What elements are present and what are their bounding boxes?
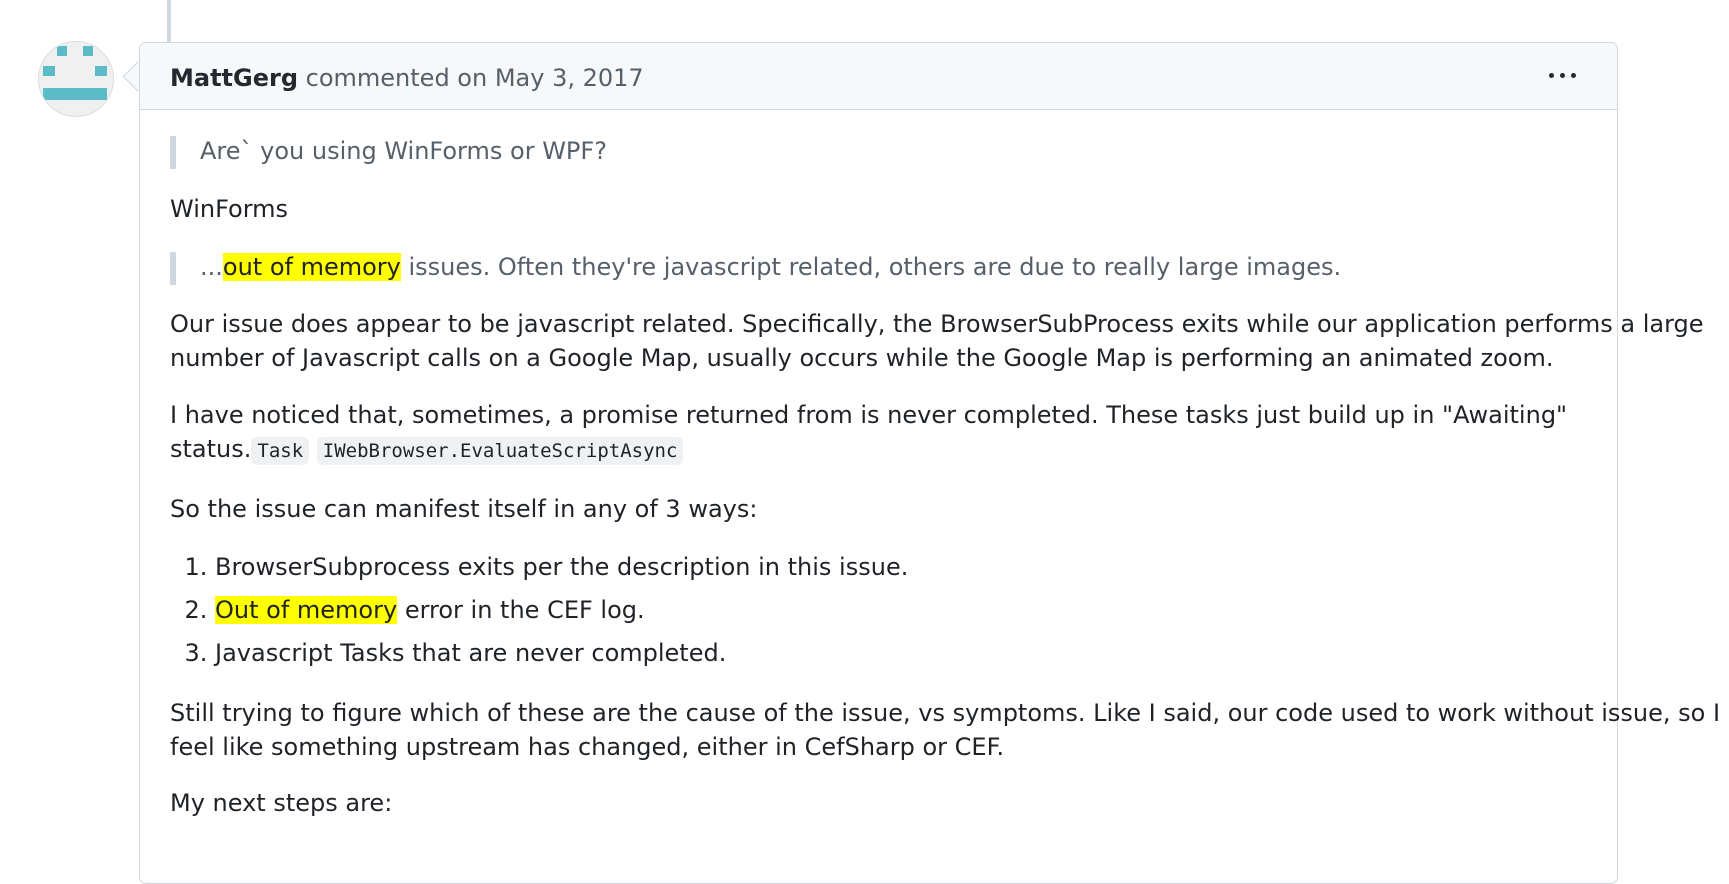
inline-code-evaluate: IWebBrowser.EvaluateScriptAsync <box>316 437 684 465</box>
paragraph-5: My next steps are: <box>170 789 393 817</box>
list-item: Javascript Tasks that are never complete… <box>215 632 1590 675</box>
paragraph-winforms: WinForms <box>170 195 289 223</box>
quote-rest: issues. Often they're javascript related… <box>400 253 1342 281</box>
blockquote-1: Are` you using WinForms or WPF? <box>170 133 1590 170</box>
kebab-dot <box>1549 73 1554 78</box>
timeline-line <box>167 0 171 42</box>
list-item-rest: error in the CEF log. <box>397 596 645 624</box>
kebab-dot <box>1571 73 1576 78</box>
paragraph-1: Our issue does appear to be javascript r… <box>170 307 1704 375</box>
avatar[interactable] <box>38 41 114 117</box>
comment-box: MattGerg commented on May 3, 2017 Are` y… <box>139 42 1721 884</box>
highlight-out-of-memory: Out of memory <box>215 596 398 624</box>
paragraph-4-line-1: Still trying to figure which of these ar… <box>170 699 1721 727</box>
kebab-dot <box>1560 73 1565 78</box>
avatar-pixel <box>83 46 93 56</box>
ordered-list: BrowserSubprocess exits per the descript… <box>170 546 1590 675</box>
list-item: Out of memory error in the CEF log. <box>215 589 1590 632</box>
paragraph-4-line-2: feel like something upstream has changed… <box>170 733 1005 761</box>
avatar-pixel <box>43 88 107 100</box>
paragraph-2-line-1: I have noticed that, sometimes, a promis… <box>170 401 1568 429</box>
paragraph-1-line-2: number of Javascript calls on a Google M… <box>170 344 1554 372</box>
avatar-pixel <box>57 46 67 56</box>
kebab-horizontal-icon[interactable] <box>1545 57 1581 93</box>
comment-body: Are` you using WinForms or WPF? WinForms… <box>170 109 1721 822</box>
paragraph-2-line-2: status. Task IWebBrowser.EvaluateScriptAs… <box>170 432 1590 468</box>
inline-code-task: Task <box>251 437 310 465</box>
paragraph-4: Still trying to figure which of these ar… <box>170 696 1721 764</box>
avatar-pixel <box>95 66 107 76</box>
paragraph-2-status: status. <box>170 435 252 463</box>
comment-timestamp[interactable]: commented on May 3, 2017 <box>306 64 644 92</box>
avatar-pixel <box>43 66 55 76</box>
quote-prefix: ... <box>200 253 223 281</box>
quote-text: Are` you using WinForms or WPF? <box>200 137 607 165</box>
author-link[interactable]: MattGerg <box>170 64 298 92</box>
list-item: BrowserSubprocess exits per the descript… <box>215 546 1590 589</box>
paragraph-2: I have noticed that, sometimes, a promis… <box>170 398 1590 468</box>
paragraph-1-line-1: Our issue does appear to be javascript r… <box>170 310 1704 338</box>
highlight-out-of-memory: out of memory <box>222 253 401 281</box>
comment-header-text: MattGerg commented on May 3, 2017 <box>170 63 644 93</box>
blockquote-2: ...out of memory issues. Often they're j… <box>170 249 1590 286</box>
comment-header: MattGerg commented on May 3, 2017 <box>140 43 1617 110</box>
paragraph-3: So the issue can manifest itself in any … <box>170 495 758 523</box>
